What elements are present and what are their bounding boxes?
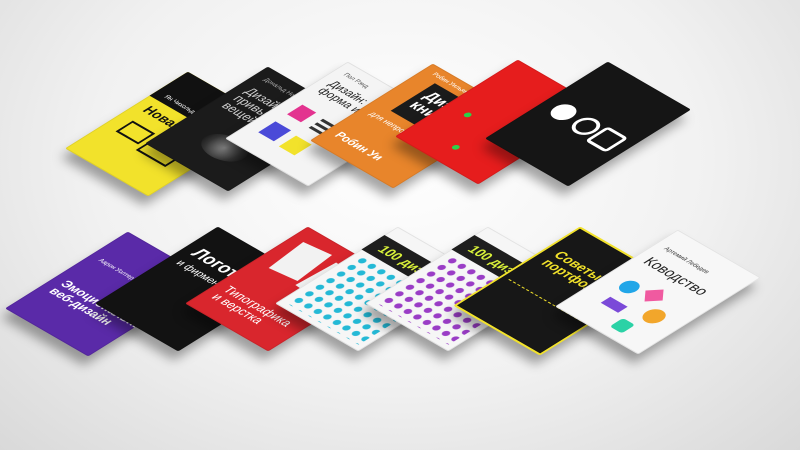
- book-author-bottom: Робин Уи: [331, 130, 387, 163]
- book-collection-scene: Ян Чихольд Новая типо Дональд Норман Диз…: [0, 0, 800, 450]
- book-title: Типографика и верстка: [208, 283, 297, 329]
